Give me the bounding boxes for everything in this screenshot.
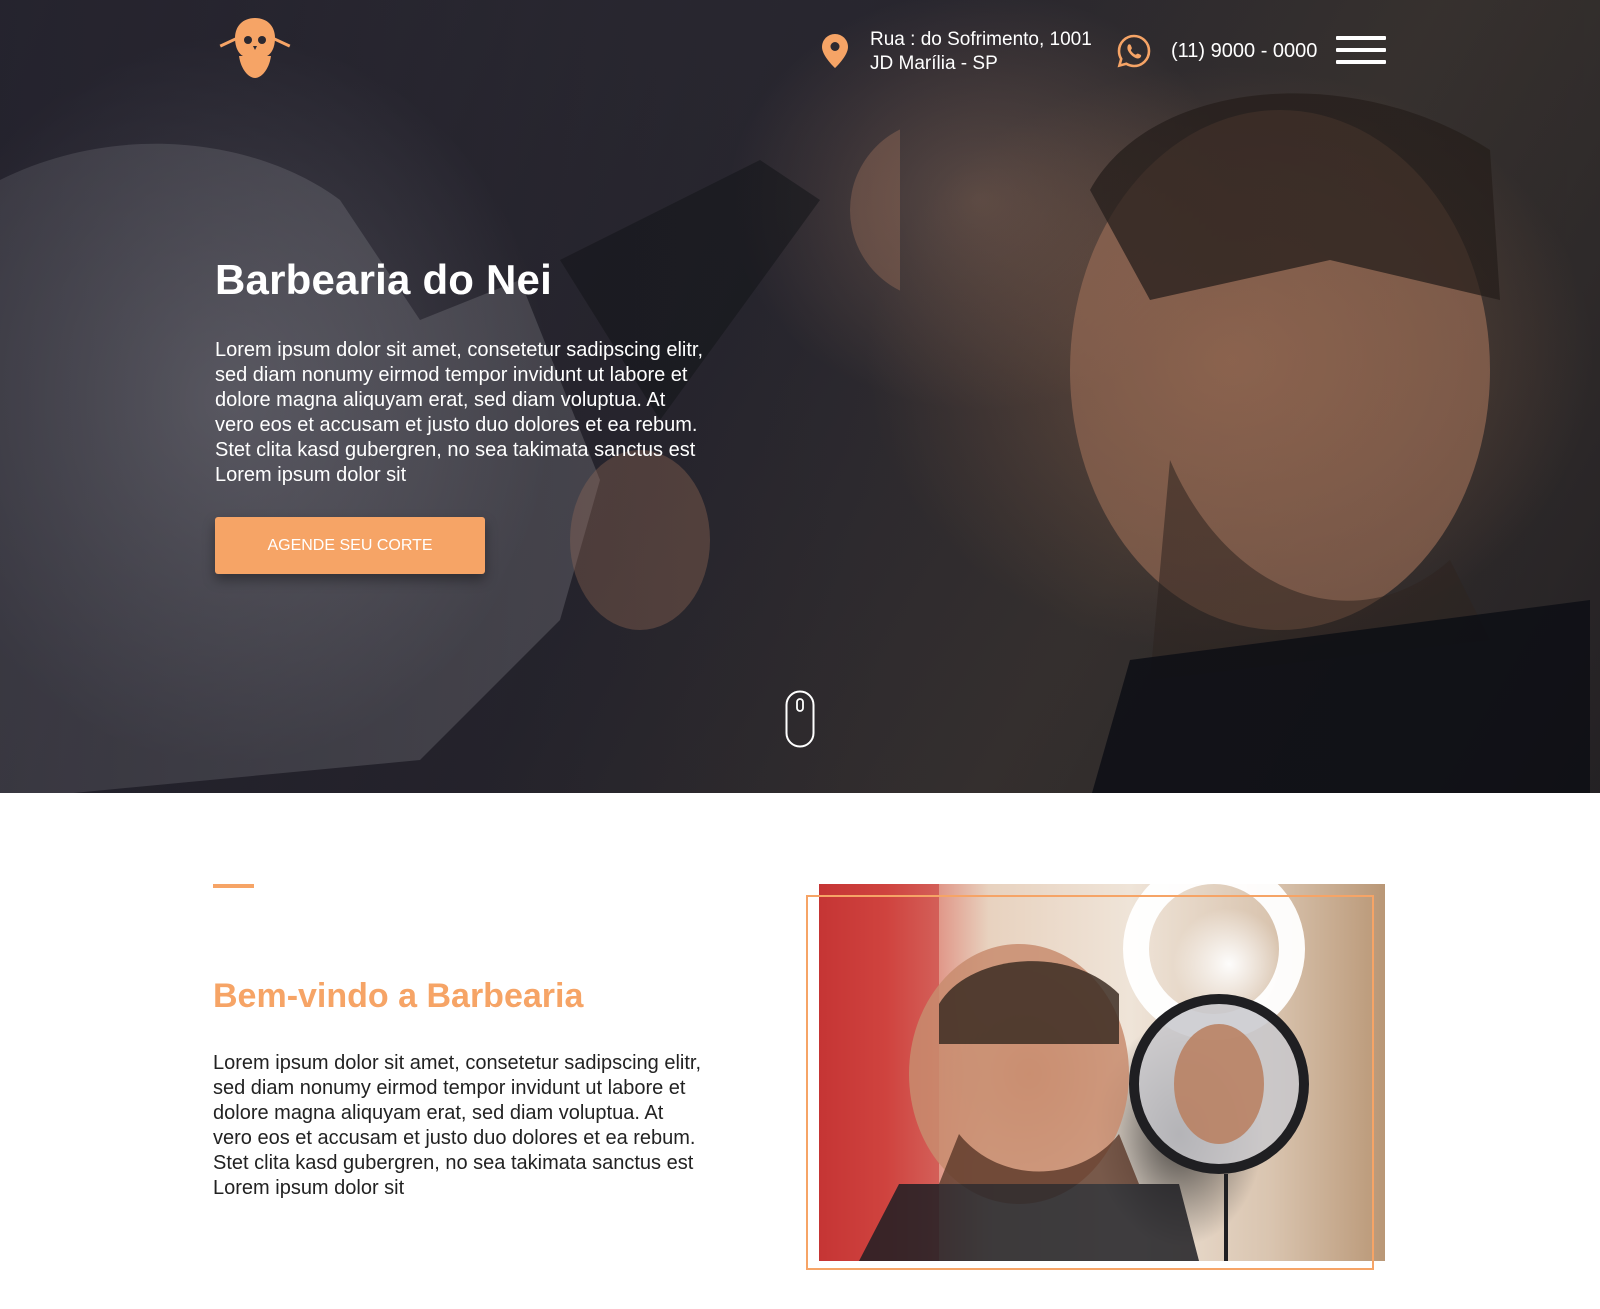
phone-block[interactable]: (11) 9000 - 0000 bbox=[1117, 34, 1317, 68]
menu-bar bbox=[1336, 48, 1386, 52]
address-block: Rua : do Sofrimento, 1001 JD Marília - S… bbox=[822, 28, 1092, 76]
location-pin-icon bbox=[822, 34, 848, 68]
menu-bar bbox=[1336, 60, 1386, 64]
hero-description: Lorem ipsum dolor sit amet, consetetur s… bbox=[215, 339, 703, 486]
schedule-cut-button[interactable]: AGENDE SEU CORTE bbox=[215, 517, 485, 574]
whatsapp-icon bbox=[1117, 34, 1151, 68]
address-line-2: JD Marília - SP bbox=[870, 53, 998, 74]
welcome-title: Bem-vindo a Barbearia bbox=[213, 977, 584, 1015]
hero-section: Rua : do Sofrimento, 1001 JD Marília - S… bbox=[0, 0, 1600, 793]
barber-skull-logo[interactable] bbox=[217, 16, 293, 80]
hero-title: Barbearia do Nei bbox=[215, 256, 552, 303]
menu-bar bbox=[1336, 36, 1386, 40]
photo-accent-frame bbox=[806, 895, 1374, 1270]
scroll-mouse-icon[interactable] bbox=[785, 690, 815, 748]
section-accent-line bbox=[213, 884, 254, 888]
address-text: Rua : do Sofrimento, 1001 JD Marília - S… bbox=[870, 28, 1092, 76]
phone-number[interactable]: (11) 9000 - 0000 bbox=[1171, 40, 1317, 63]
welcome-description: Lorem ipsum dolor sit amet, consetetur s… bbox=[213, 1052, 701, 1199]
address-line-1: Rua : do Sofrimento, 1001 bbox=[870, 29, 1092, 50]
hamburger-menu-icon[interactable] bbox=[1336, 36, 1386, 66]
